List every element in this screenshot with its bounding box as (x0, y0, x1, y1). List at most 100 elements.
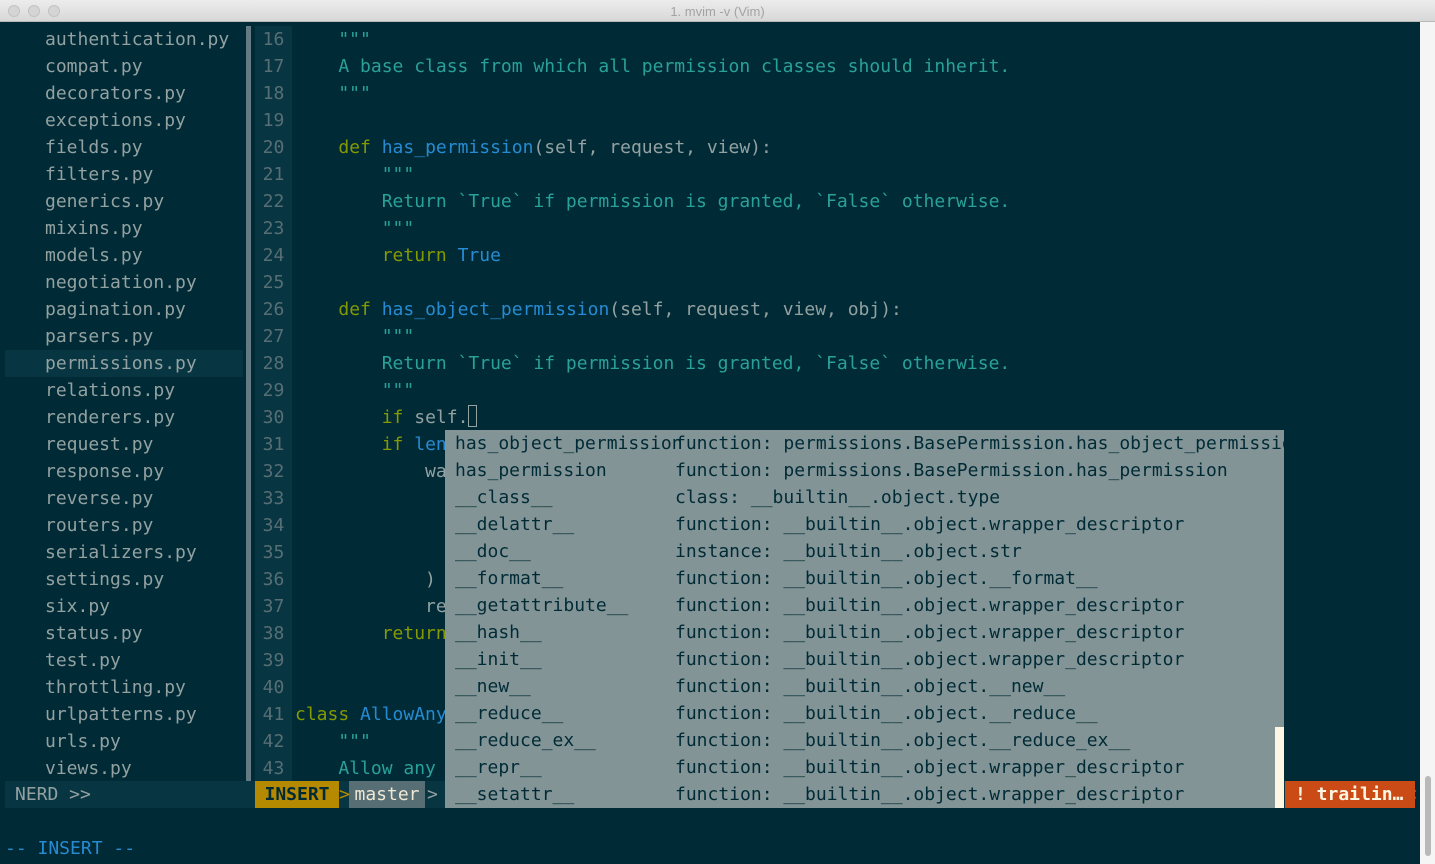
nerdtree-file-item[interactable]: decorators.py (5, 80, 243, 107)
nerdtree-file-name: reverse.py (45, 488, 154, 509)
nerdtree-file-item[interactable]: routers.py (5, 512, 243, 539)
completion-kind: function: __builtin__.object.__format__ (675, 568, 1098, 589)
completion-kind: instance: __builtin__.object.str (675, 541, 1022, 562)
completion-item[interactable]: __reduce__ function: __builtin__.object._… (445, 700, 1275, 727)
completion-item[interactable]: __init__ function: __builtin__.object.wra… (445, 646, 1275, 673)
completion-item[interactable]: __delattr__ function: __builtin__.object.… (445, 511, 1275, 538)
nerdtree-file-item[interactable]: models.py (5, 242, 243, 269)
nerdtree-file-item[interactable]: urls.py (5, 728, 243, 755)
line-number: 30 (262, 407, 285, 428)
terminal-scrollbar-thumb[interactable] (1425, 776, 1431, 856)
line-number: 23 (262, 218, 285, 239)
completion-word: __doc__ (455, 541, 531, 562)
completion-word: has_permission (455, 460, 607, 481)
nerdtree-file-item[interactable]: throttling.py (5, 674, 243, 701)
nerdtree-file-item[interactable]: reverse.py (5, 485, 243, 512)
code-text: if len( (381, 434, 458, 455)
nerdtree-file-item[interactable]: filters.py (5, 161, 243, 188)
nerdtree-file-name: six.py (45, 596, 111, 617)
line-number: 36 (262, 569, 285, 590)
completion-scrollbar-thumb[interactable] (1275, 727, 1284, 808)
code-text: """ (295, 164, 415, 185)
completion-item[interactable]: has_object_permission function: permissio… (445, 430, 1304, 457)
line-number: 24 (262, 245, 285, 266)
nerdtree-file-item[interactable]: urlpatterns.py (5, 701, 243, 728)
nerdtree-file-item[interactable]: request.py (5, 431, 243, 458)
line-number: 28 (262, 353, 285, 374)
completion-kind: function: __builtin__.object.wrapper_des… (675, 622, 1185, 643)
nerdtree-file-name: fields.py (45, 137, 143, 158)
completion-popup[interactable]: has_object_permission function: permissio… (445, 430, 1304, 808)
completion-item[interactable]: __setattr__ function: __builtin__.object.… (445, 781, 1275, 808)
nerdtree-file-item[interactable]: mixins.py (5, 215, 243, 242)
text-cursor (468, 405, 478, 427)
line-number: 29 (262, 380, 285, 401)
nerdtree-file-name: mixins.py (45, 218, 143, 239)
nerdtree-file-item[interactable]: negotiation.py (5, 269, 243, 296)
nerdtree-file-item[interactable]: fields.py (5, 134, 243, 161)
completion-item[interactable]: __hash__ function: __builtin__.object.wra… (445, 619, 1275, 646)
line-number: 26 (262, 299, 285, 320)
window-titlebar: 1. mvim -v (Vim) (0, 0, 1435, 22)
code-text: war (295, 461, 458, 482)
completion-item[interactable]: __new__ function: __builtin__.object.__ne… (445, 673, 1275, 700)
warning-separator-arrow: < (1406, 784, 1417, 805)
line-number: 17 (262, 56, 285, 77)
nerdtree-file-item[interactable]: settings.py (5, 566, 243, 593)
nerdtree-file-name: serializers.py (45, 542, 197, 563)
nerdtree-file-name: settings.py (45, 569, 165, 590)
nerdtree-file-item[interactable]: views.py (5, 755, 243, 782)
code-text: """ (295, 218, 415, 239)
nerdtree-file-item[interactable]: authentication.py (5, 26, 243, 53)
terminal-scrollbar-track[interactable] (1420, 22, 1435, 864)
completion-word: __class__ (455, 487, 553, 508)
vertical-split-divider[interactable] (246, 26, 251, 782)
nerdtree-file-item[interactable]: serializers.py (5, 539, 243, 566)
nerdtree-file-item[interactable]: parsers.py (5, 323, 243, 350)
nerdtree-file-item[interactable]: exceptions.py (5, 107, 243, 134)
window-title: 1. mvim -v (Vim) (670, 4, 765, 19)
completion-item[interactable]: __doc__ instance: __builtin__.object.str (445, 538, 1275, 565)
code-text: if self. (295, 404, 478, 431)
completion-kind: function: __builtin__.object.wrapper_des… (675, 649, 1185, 670)
mode-indicator: INSERT (255, 781, 339, 808)
line-number: 37 (262, 596, 285, 617)
line-number: 43 (262, 758, 285, 779)
completion-kind: class: __builtin__.object.type (675, 487, 1001, 508)
nerdtree-file-name: request.py (45, 434, 154, 455)
nerdtree-file-name: models.py (45, 245, 143, 266)
nerdtree-file-item[interactable]: compat.py (5, 53, 243, 80)
nerdtree-file-item[interactable]: renderers.py (5, 404, 243, 431)
completion-word: __getattribute__ (455, 595, 629, 616)
nerdtree-file-item[interactable]: relations.py (5, 377, 243, 404)
code-text: A base class from which all permission c… (295, 56, 1011, 77)
completion-word: __hash__ (455, 622, 542, 643)
completion-item[interactable]: __repr__ function: __builtin__.object.wra… (445, 754, 1275, 781)
nerdtree-file-item[interactable]: six.py (5, 593, 243, 620)
nerdtree-file-name: status.py (45, 623, 143, 644)
nerdtree-file-item[interactable]: test.py (5, 647, 243, 674)
completion-item[interactable]: __reduce_ex__ function: __builtin__.objec… (445, 727, 1275, 754)
completion-word: has_object_permission (455, 433, 683, 454)
completion-item[interactable]: __format__ function: __builtin__.object._… (445, 565, 1275, 592)
code-text: class AllowAny( (295, 704, 458, 725)
line-number: 39 (262, 650, 285, 671)
nerdtree-file-item[interactable]: response.py (5, 458, 243, 485)
nerdtree-file-item[interactable]: pagination.py (5, 296, 243, 323)
completion-item[interactable]: __getattribute__ function: __builtin__.ob… (445, 592, 1275, 619)
completion-item[interactable]: has_permission function: permissions.Base… (445, 457, 1275, 484)
line-number: 41 (262, 704, 285, 725)
nerdtree-file-item[interactable]: permissions.py (5, 350, 243, 377)
nerdtree-file-item[interactable]: status.py (5, 620, 243, 647)
nerdtree-file-name: urls.py (45, 731, 121, 752)
code-text: """ (295, 83, 371, 104)
code-text: Return `True` if permission is granted, … (295, 353, 1011, 374)
nerdtree-file-name: urlpatterns.py (45, 704, 197, 725)
code-text: """ (295, 29, 371, 50)
nerdtree-file-name: permissions.py (45, 353, 197, 374)
code-text: """ (295, 326, 415, 347)
nerdtree-file-item[interactable]: generics.py (5, 188, 243, 215)
code-text: return (381, 623, 447, 644)
git-branch-badge: master (349, 781, 425, 808)
completion-item[interactable]: __class__ class: __builtin__.object.type (445, 484, 1275, 511)
